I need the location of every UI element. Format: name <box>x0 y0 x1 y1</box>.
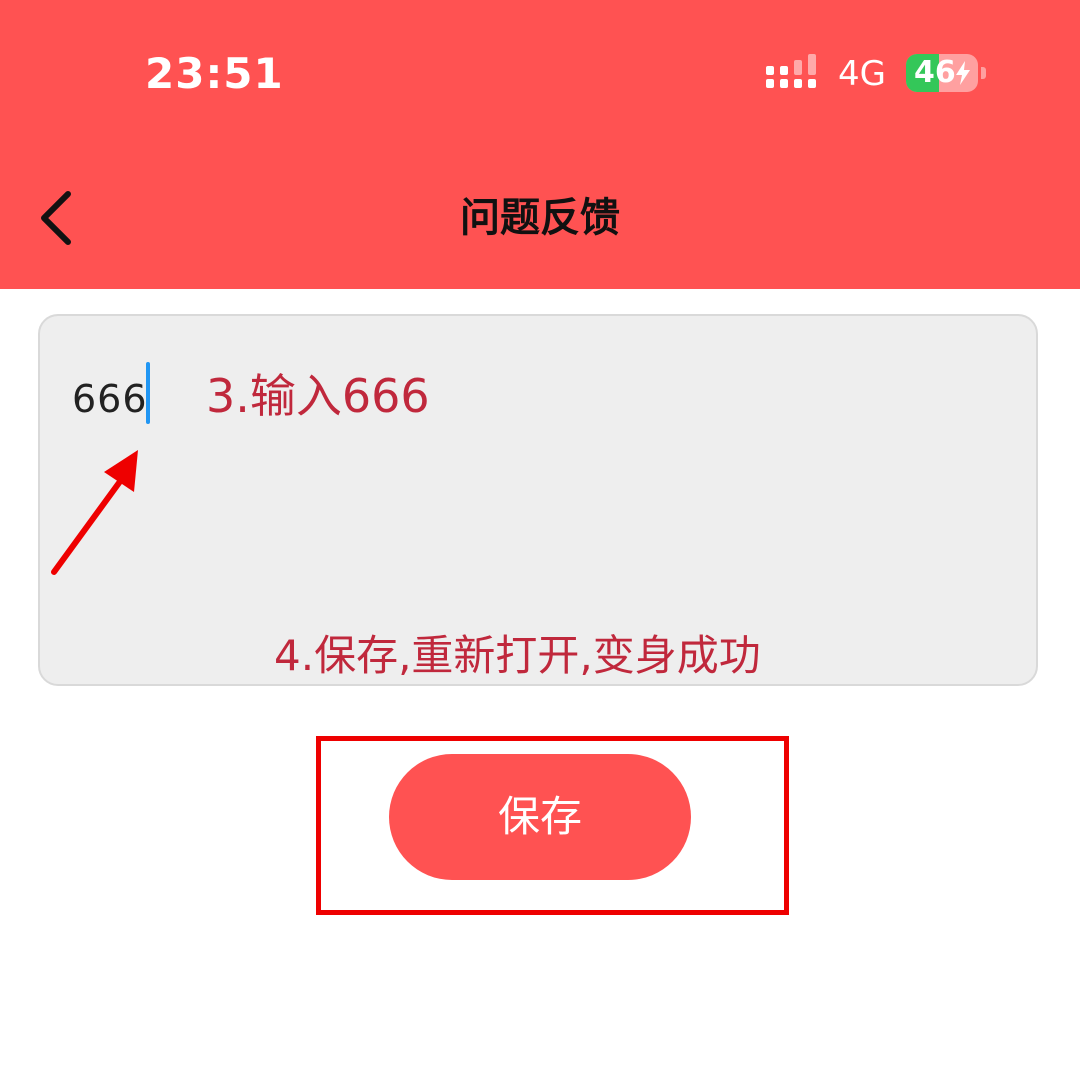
battery-icon: 46 <box>906 54 986 92</box>
network-type: 4G <box>838 54 886 94</box>
annotation-step4: 4.保存,重新打开,变身成功 <box>274 631 761 680</box>
charging-bolt-icon <box>956 61 970 85</box>
annotation-highlight-box <box>316 736 789 915</box>
annotation-step3: 3.输入666 <box>206 369 430 423</box>
app-header: 23:51 4G 46 问题反馈 <box>0 0 1080 289</box>
status-time: 23:51 <box>145 49 284 98</box>
text-cursor <box>146 362 150 424</box>
annotation-arrow-icon <box>51 450 138 575</box>
feedback-input-value: 666 <box>72 377 148 421</box>
signal-icon <box>766 54 816 88</box>
battery-level: 46 <box>914 55 956 90</box>
page-title: 问题反馈 <box>460 195 620 241</box>
